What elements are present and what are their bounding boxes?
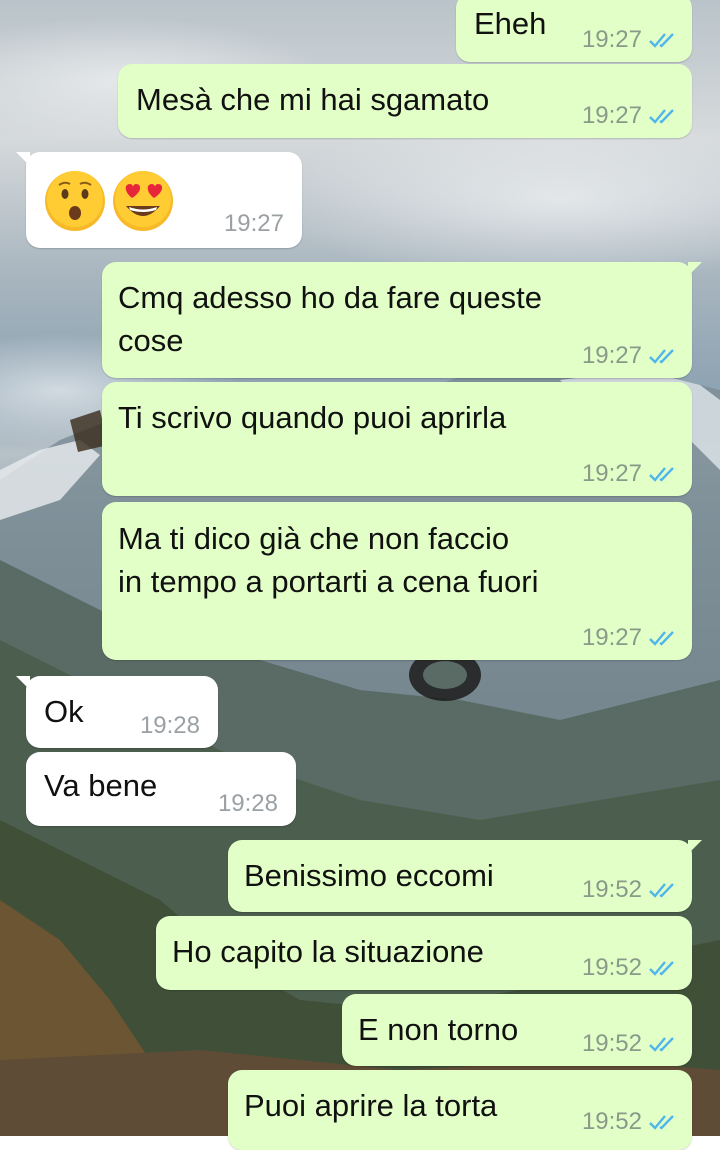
incoming-message[interactable]: Va bene 19:28	[26, 752, 296, 826]
double-check-icon	[649, 961, 674, 976]
message-meta: 19:28	[140, 712, 200, 740]
double-check-icon	[649, 109, 674, 124]
message-meta: 19:27	[582, 102, 678, 130]
message-text-line: in tempo a portarti a cena fuori	[118, 564, 539, 599]
message-meta: 19:27	[582, 26, 678, 54]
message-meta: 19:27	[224, 210, 284, 238]
message-meta: 19:52	[582, 1030, 678, 1058]
message-text: Ho capito la situazione	[172, 934, 484, 969]
outgoing-message[interactable]: Ho capito la situazione 19:52	[156, 916, 692, 990]
outgoing-message[interactable]: Benissimo eccomi 19:52	[228, 840, 702, 912]
message-text: Mesà che mi hai sgamato	[136, 82, 490, 117]
smiling-face-with-heart-eyes-icon	[113, 171, 173, 231]
message-time: 19:52	[581, 954, 642, 981]
message-text: Eheh	[474, 6, 547, 41]
message-time: 19:27	[581, 460, 642, 487]
message-text-line: Ma ti dico già che non faccio	[118, 521, 510, 556]
message-text: Ti scrivo quando puoi aprirla	[118, 400, 507, 435]
bubble-tail	[16, 152, 30, 166]
message-time: 19:27	[581, 342, 642, 369]
double-check-icon	[649, 631, 674, 646]
message-text-line: cose	[118, 323, 184, 358]
outgoing-message[interactable]: E non torno 19:52	[342, 994, 692, 1066]
outgoing-message[interactable]: Ti scrivo quando puoi aprirla 19:27	[102, 382, 692, 496]
outgoing-message[interactable]: Cmq adesso ho da fare queste cose 19:27	[102, 262, 702, 378]
message-meta: 19:27	[582, 460, 678, 488]
message-text: Puoi aprire la torta	[244, 1088, 498, 1123]
chat-message-list[interactable]: Eheh 19:27 Mesà che mi hai sgamato 19:27	[0, 0, 720, 1150]
message-text: Ok	[44, 694, 84, 729]
bubble-tail	[688, 262, 702, 276]
message-text: E non torno	[358, 1012, 519, 1047]
message-time: 19:52	[581, 1030, 642, 1057]
outgoing-message[interactable]: Mesà che mi hai sgamato 19:27	[118, 64, 692, 138]
message-time: 19:27	[581, 102, 642, 129]
message-time: 19:28	[139, 712, 200, 739]
message-meta: 19:52	[582, 876, 678, 904]
message-text: Va bene	[44, 768, 158, 803]
double-check-icon	[649, 349, 674, 364]
outgoing-message[interactable]: Eheh 19:27	[456, 0, 692, 62]
message-time: 19:28	[217, 790, 278, 817]
message-time: 19:52	[581, 876, 642, 903]
message-time: 19:27	[223, 210, 284, 237]
message-meta: 19:52	[582, 1108, 678, 1136]
double-check-icon	[649, 33, 674, 48]
message-meta: 19:27	[582, 342, 678, 370]
message-meta: 19:52	[582, 954, 678, 982]
message-text: Benissimo eccomi	[244, 858, 494, 893]
bubble-tail	[16, 676, 30, 690]
incoming-message[interactable]: Ok 19:28	[16, 676, 218, 748]
hushed-face-icon	[45, 171, 105, 231]
outgoing-message[interactable]: Puoi aprire la torta 19:52	[228, 1070, 692, 1150]
outgoing-message[interactable]: Ma ti dico già che non faccio in tempo a…	[102, 502, 692, 660]
message-time: 19:52	[581, 1108, 642, 1135]
double-check-icon	[649, 883, 674, 898]
message-text-line: Cmq adesso ho da fare queste	[118, 280, 542, 315]
double-check-icon	[649, 1115, 674, 1130]
bubble-tail	[688, 840, 702, 854]
message-time: 19:27	[581, 26, 642, 53]
message-meta: 19:27	[582, 624, 678, 652]
message-meta: 19:28	[218, 790, 278, 818]
message-time: 19:27	[581, 624, 642, 651]
incoming-message[interactable]: 19:27	[16, 152, 302, 248]
double-check-icon	[649, 1037, 674, 1052]
double-check-icon	[649, 467, 674, 482]
